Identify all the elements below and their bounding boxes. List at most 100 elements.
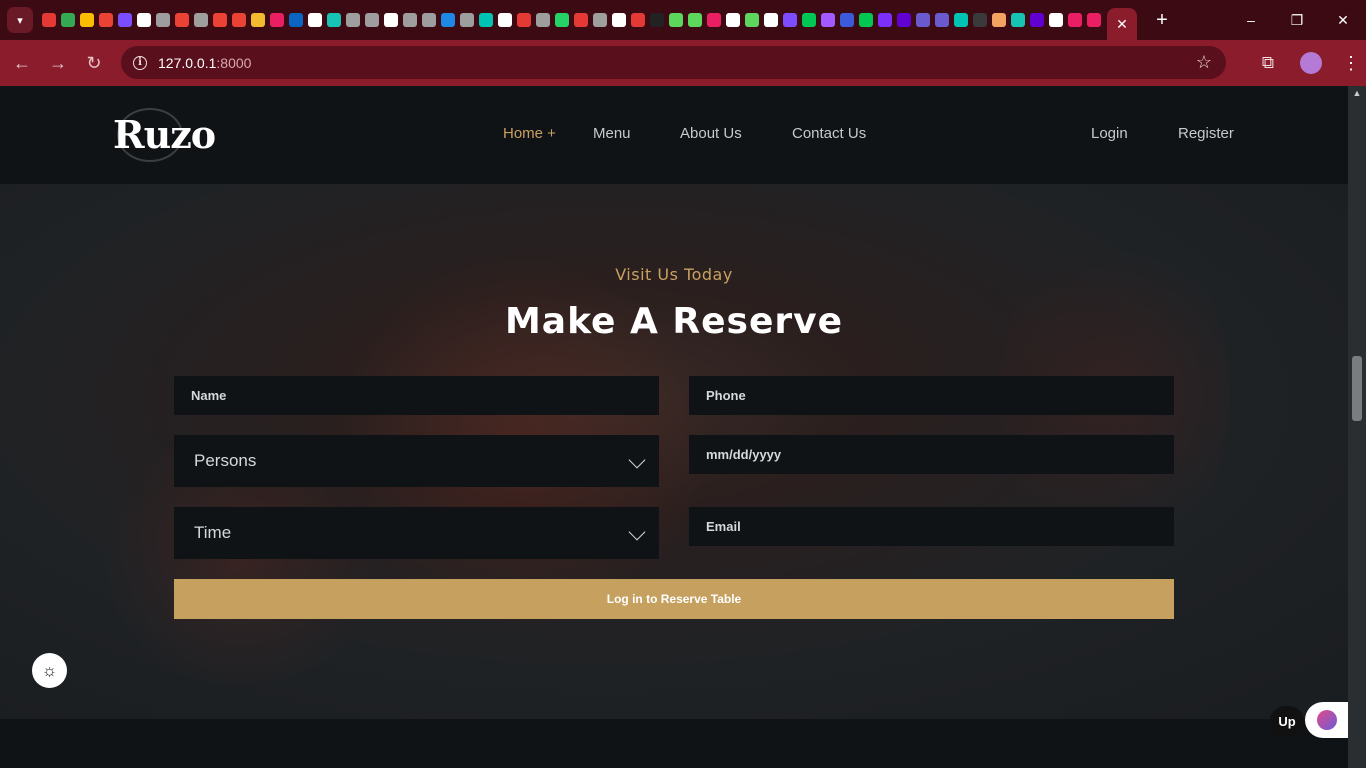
nav-contact-us[interactable]: Contact Us — [792, 125, 866, 142]
pinned-tab[interactable] — [58, 5, 77, 35]
browser-toolbar: ← → ↻ i 127.0.0.1:8000 ☆ ⧉ ⋮ — [0, 40, 1366, 86]
pinned-tab[interactable] — [476, 5, 495, 35]
pinned-tab[interactable] — [628, 5, 647, 35]
pinned-tab[interactable] — [1084, 5, 1103, 35]
pinned-tab[interactable] — [438, 5, 457, 35]
pinned-tab[interactable] — [571, 5, 590, 35]
pinned-tab[interactable] — [39, 5, 58, 35]
pinned-tab[interactable] — [115, 5, 134, 35]
persons-select-label: Persons — [194, 451, 257, 470]
nav-menu[interactable]: Menu — [593, 125, 631, 142]
pinned-tab[interactable] — [1065, 5, 1084, 35]
brain-extension-badge[interactable] — [1305, 702, 1348, 738]
site-info-icon[interactable]: i — [133, 55, 147, 70]
email-input[interactable]: Email — [689, 507, 1174, 546]
pinned-tab[interactable] — [305, 5, 324, 35]
pinned-tab[interactable] — [837, 5, 856, 35]
close-window-button[interactable]: ✕ — [1320, 0, 1366, 40]
pinned-tab[interactable] — [134, 5, 153, 35]
pinned-tab[interactable] — [419, 5, 438, 35]
pinned-tab[interactable] — [780, 5, 799, 35]
pinned-tab[interactable] — [685, 5, 704, 35]
bookmark-star-icon[interactable]: ☆ — [1196, 52, 1212, 73]
pinned-tab[interactable] — [552, 5, 571, 35]
new-tab-button[interactable]: + — [1149, 7, 1175, 33]
pinned-tab[interactable] — [457, 5, 476, 35]
pinned-tab[interactable] — [875, 5, 894, 35]
pinned-tab[interactable] — [267, 5, 286, 35]
favicon-icon — [896, 13, 911, 27]
tab-search-button[interactable]: ▾ — [7, 7, 33, 33]
browser-menu-icon[interactable]: ⋮ — [1336, 53, 1366, 74]
favicon-icon — [649, 13, 664, 27]
pinned-tab[interactable] — [723, 5, 742, 35]
reserve-table-button[interactable]: Log in to Reserve Table — [174, 579, 1174, 619]
pinned-tab[interactable] — [1027, 5, 1046, 35]
pinned-tab[interactable] — [970, 5, 989, 35]
pinned-tab[interactable] — [533, 5, 552, 35]
pinned-tab[interactable] — [932, 5, 951, 35]
profile-avatar[interactable] — [1300, 52, 1322, 74]
register-link[interactable]: Register — [1178, 125, 1234, 142]
pinned-tab[interactable] — [799, 5, 818, 35]
pinned-tab[interactable] — [989, 5, 1008, 35]
pinned-tab[interactable] — [96, 5, 115, 35]
scrollbar-thumb[interactable] — [1352, 356, 1362, 421]
pinned-tab[interactable] — [248, 5, 267, 35]
forward-button[interactable]: → — [40, 45, 76, 81]
pinned-tab[interactable] — [742, 5, 761, 35]
pinned-tab[interactable] — [704, 5, 723, 35]
date-input[interactable]: mm/dd/yyyy — [689, 435, 1174, 474]
login-link[interactable]: Login — [1091, 125, 1128, 142]
pinned-tab[interactable] — [1046, 5, 1065, 35]
pinned-tab[interactable] — [381, 5, 400, 35]
pinned-tab[interactable] — [400, 5, 419, 35]
up-extension-badge[interactable]: Up — [1270, 706, 1304, 736]
toolbar-right: ⧉ ⋮ — [1250, 40, 1366, 86]
pinned-tab[interactable] — [191, 5, 210, 35]
theme-toggle-sun-icon[interactable]: ☼ — [32, 653, 67, 688]
minimize-button[interactable]: – — [1228, 0, 1274, 40]
pinned-tab[interactable] — [172, 5, 191, 35]
pinned-tab[interactable] — [77, 5, 96, 35]
pinned-tab[interactable] — [1008, 5, 1027, 35]
address-bar[interactable]: i 127.0.0.1:8000 ☆ — [121, 46, 1226, 79]
close-icon[interactable]: ✕ — [1116, 16, 1128, 33]
extensions-icon[interactable]: ⧉ — [1250, 53, 1286, 73]
pinned-tab[interactable] — [951, 5, 970, 35]
back-button[interactable]: ← — [4, 45, 40, 81]
pinned-tab[interactable] — [343, 5, 362, 35]
phone-input[interactable]: Phone — [689, 376, 1174, 415]
nav-home[interactable]: Home + — [503, 125, 556, 142]
name-input[interactable]: Name — [174, 376, 659, 415]
pinned-tab[interactable] — [913, 5, 932, 35]
url-text[interactable]: 127.0.0.1:8000 — [158, 55, 251, 71]
pinned-tab[interactable] — [666, 5, 685, 35]
pinned-tab[interactable] — [856, 5, 875, 35]
pinned-tab[interactable] — [324, 5, 343, 35]
pinned-tab[interactable] — [210, 5, 229, 35]
pinned-tab[interactable] — [286, 5, 305, 35]
restore-button[interactable]: ❐ — [1274, 0, 1320, 40]
pinned-tab[interactable] — [514, 5, 533, 35]
persons-select[interactable]: Persons — [174, 435, 659, 487]
next-section-band — [0, 719, 1348, 768]
pinned-tab[interactable] — [894, 5, 913, 35]
site-logo[interactable]: Ruzo — [113, 112, 216, 157]
scroll-up-arrow-icon[interactable]: ▲ — [1348, 88, 1366, 98]
pinned-tab[interactable] — [609, 5, 628, 35]
nav-about-us[interactable]: About Us — [680, 125, 742, 142]
pinned-tab[interactable] — [153, 5, 172, 35]
page-scrollbar[interactable]: ▲ — [1348, 86, 1366, 768]
pinned-tab[interactable] — [362, 5, 381, 35]
time-select[interactable]: Time — [174, 507, 659, 559]
pinned-tab[interactable] — [590, 5, 609, 35]
reload-button[interactable]: ↻ — [76, 45, 112, 81]
active-tab[interactable]: ✕ — [1107, 8, 1137, 40]
pinned-tab[interactable] — [818, 5, 837, 35]
pinned-tab[interactable] — [229, 5, 248, 35]
pinned-tab[interactable] — [761, 5, 780, 35]
pinned-tab[interactable] — [647, 5, 666, 35]
favicon-icon — [1010, 13, 1025, 27]
pinned-tab[interactable] — [495, 5, 514, 35]
